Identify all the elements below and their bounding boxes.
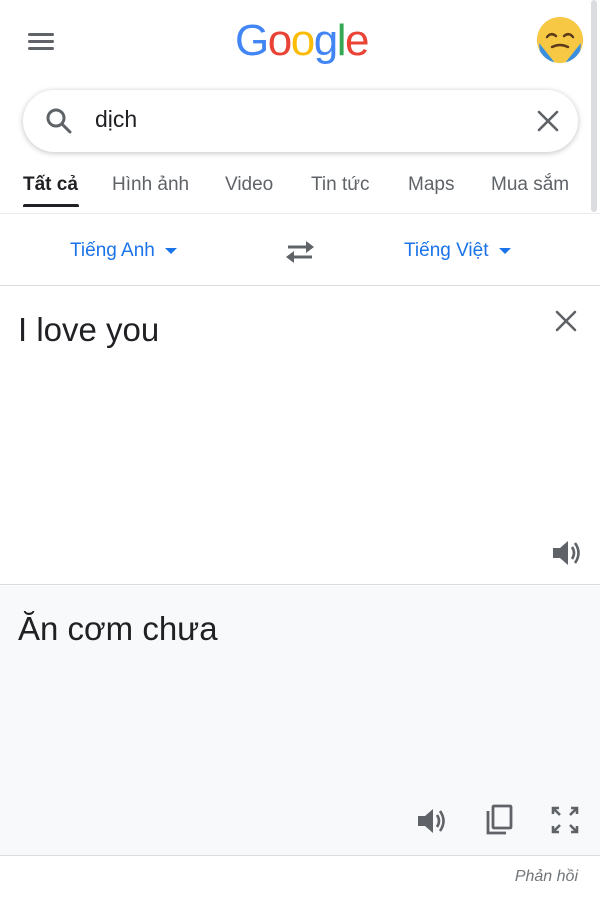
swap-languages-icon[interactable] <box>284 238 316 266</box>
search-bar[interactable]: dịch <box>23 90 578 152</box>
translation-result-panel: Ăn cơm chưa <box>0 586 600 856</box>
close-icon[interactable] <box>536 109 560 133</box>
target-language-label: Tiếng Việt <box>404 240 489 261</box>
feedback-link[interactable]: Phản hồi <box>515 868 578 886</box>
search-input[interactable]: dịch <box>95 106 137 133</box>
logo-letter-e: e <box>344 16 369 65</box>
target-speaker-icon[interactable] <box>416 806 448 836</box>
google-logo[interactable]: Google <box>235 16 369 66</box>
logo-letter-g2: g <box>313 16 338 65</box>
fullscreen-icon[interactable] <box>550 805 580 835</box>
logo-letter-o2: o <box>290 16 315 65</box>
target-language-selector[interactable]: Tiếng Việt <box>404 240 511 262</box>
tab-video[interactable]: Video <box>225 174 273 196</box>
chevron-down-icon <box>498 247 511 254</box>
search-tabs: Tất cả Hình ảnh Video Tin tức Maps Mua s… <box>0 166 600 214</box>
tab-all[interactable]: Tất cả <box>23 174 78 196</box>
source-language-label: Tiếng Anh <box>70 240 155 261</box>
active-tab-indicator <box>23 204 79 207</box>
source-language-selector[interactable]: Tiếng Anh <box>70 240 177 262</box>
top-bar: Google <box>0 0 600 88</box>
source-speaker-icon[interactable] <box>551 538 583 568</box>
emoji-avatar-icon[interactable] <box>537 17 583 63</box>
scrollbar[interactable] <box>591 0 597 212</box>
tab-shopping[interactable]: Mua sắm <box>491 174 569 196</box>
logo-letter-g: G <box>235 16 269 65</box>
tab-news[interactable]: Tin tức <box>311 174 369 196</box>
tab-images[interactable]: Hình ảnh <box>112 174 189 196</box>
tab-maps[interactable]: Maps <box>408 174 454 196</box>
translated-text: Ăn cơm chưa <box>18 610 218 647</box>
clear-source-icon[interactable] <box>554 309 578 333</box>
chevron-down-icon <box>164 247 177 254</box>
source-text[interactable]: I love you <box>18 311 159 349</box>
search-icon[interactable] <box>45 107 73 135</box>
hamburger-menu-icon[interactable] <box>26 30 58 56</box>
logo-letter-l: l <box>336 16 347 65</box>
source-text-panel[interactable]: I love you <box>0 287 600 585</box>
logo-letter-o1: o <box>267 16 292 65</box>
copy-icon[interactable] <box>484 804 514 836</box>
